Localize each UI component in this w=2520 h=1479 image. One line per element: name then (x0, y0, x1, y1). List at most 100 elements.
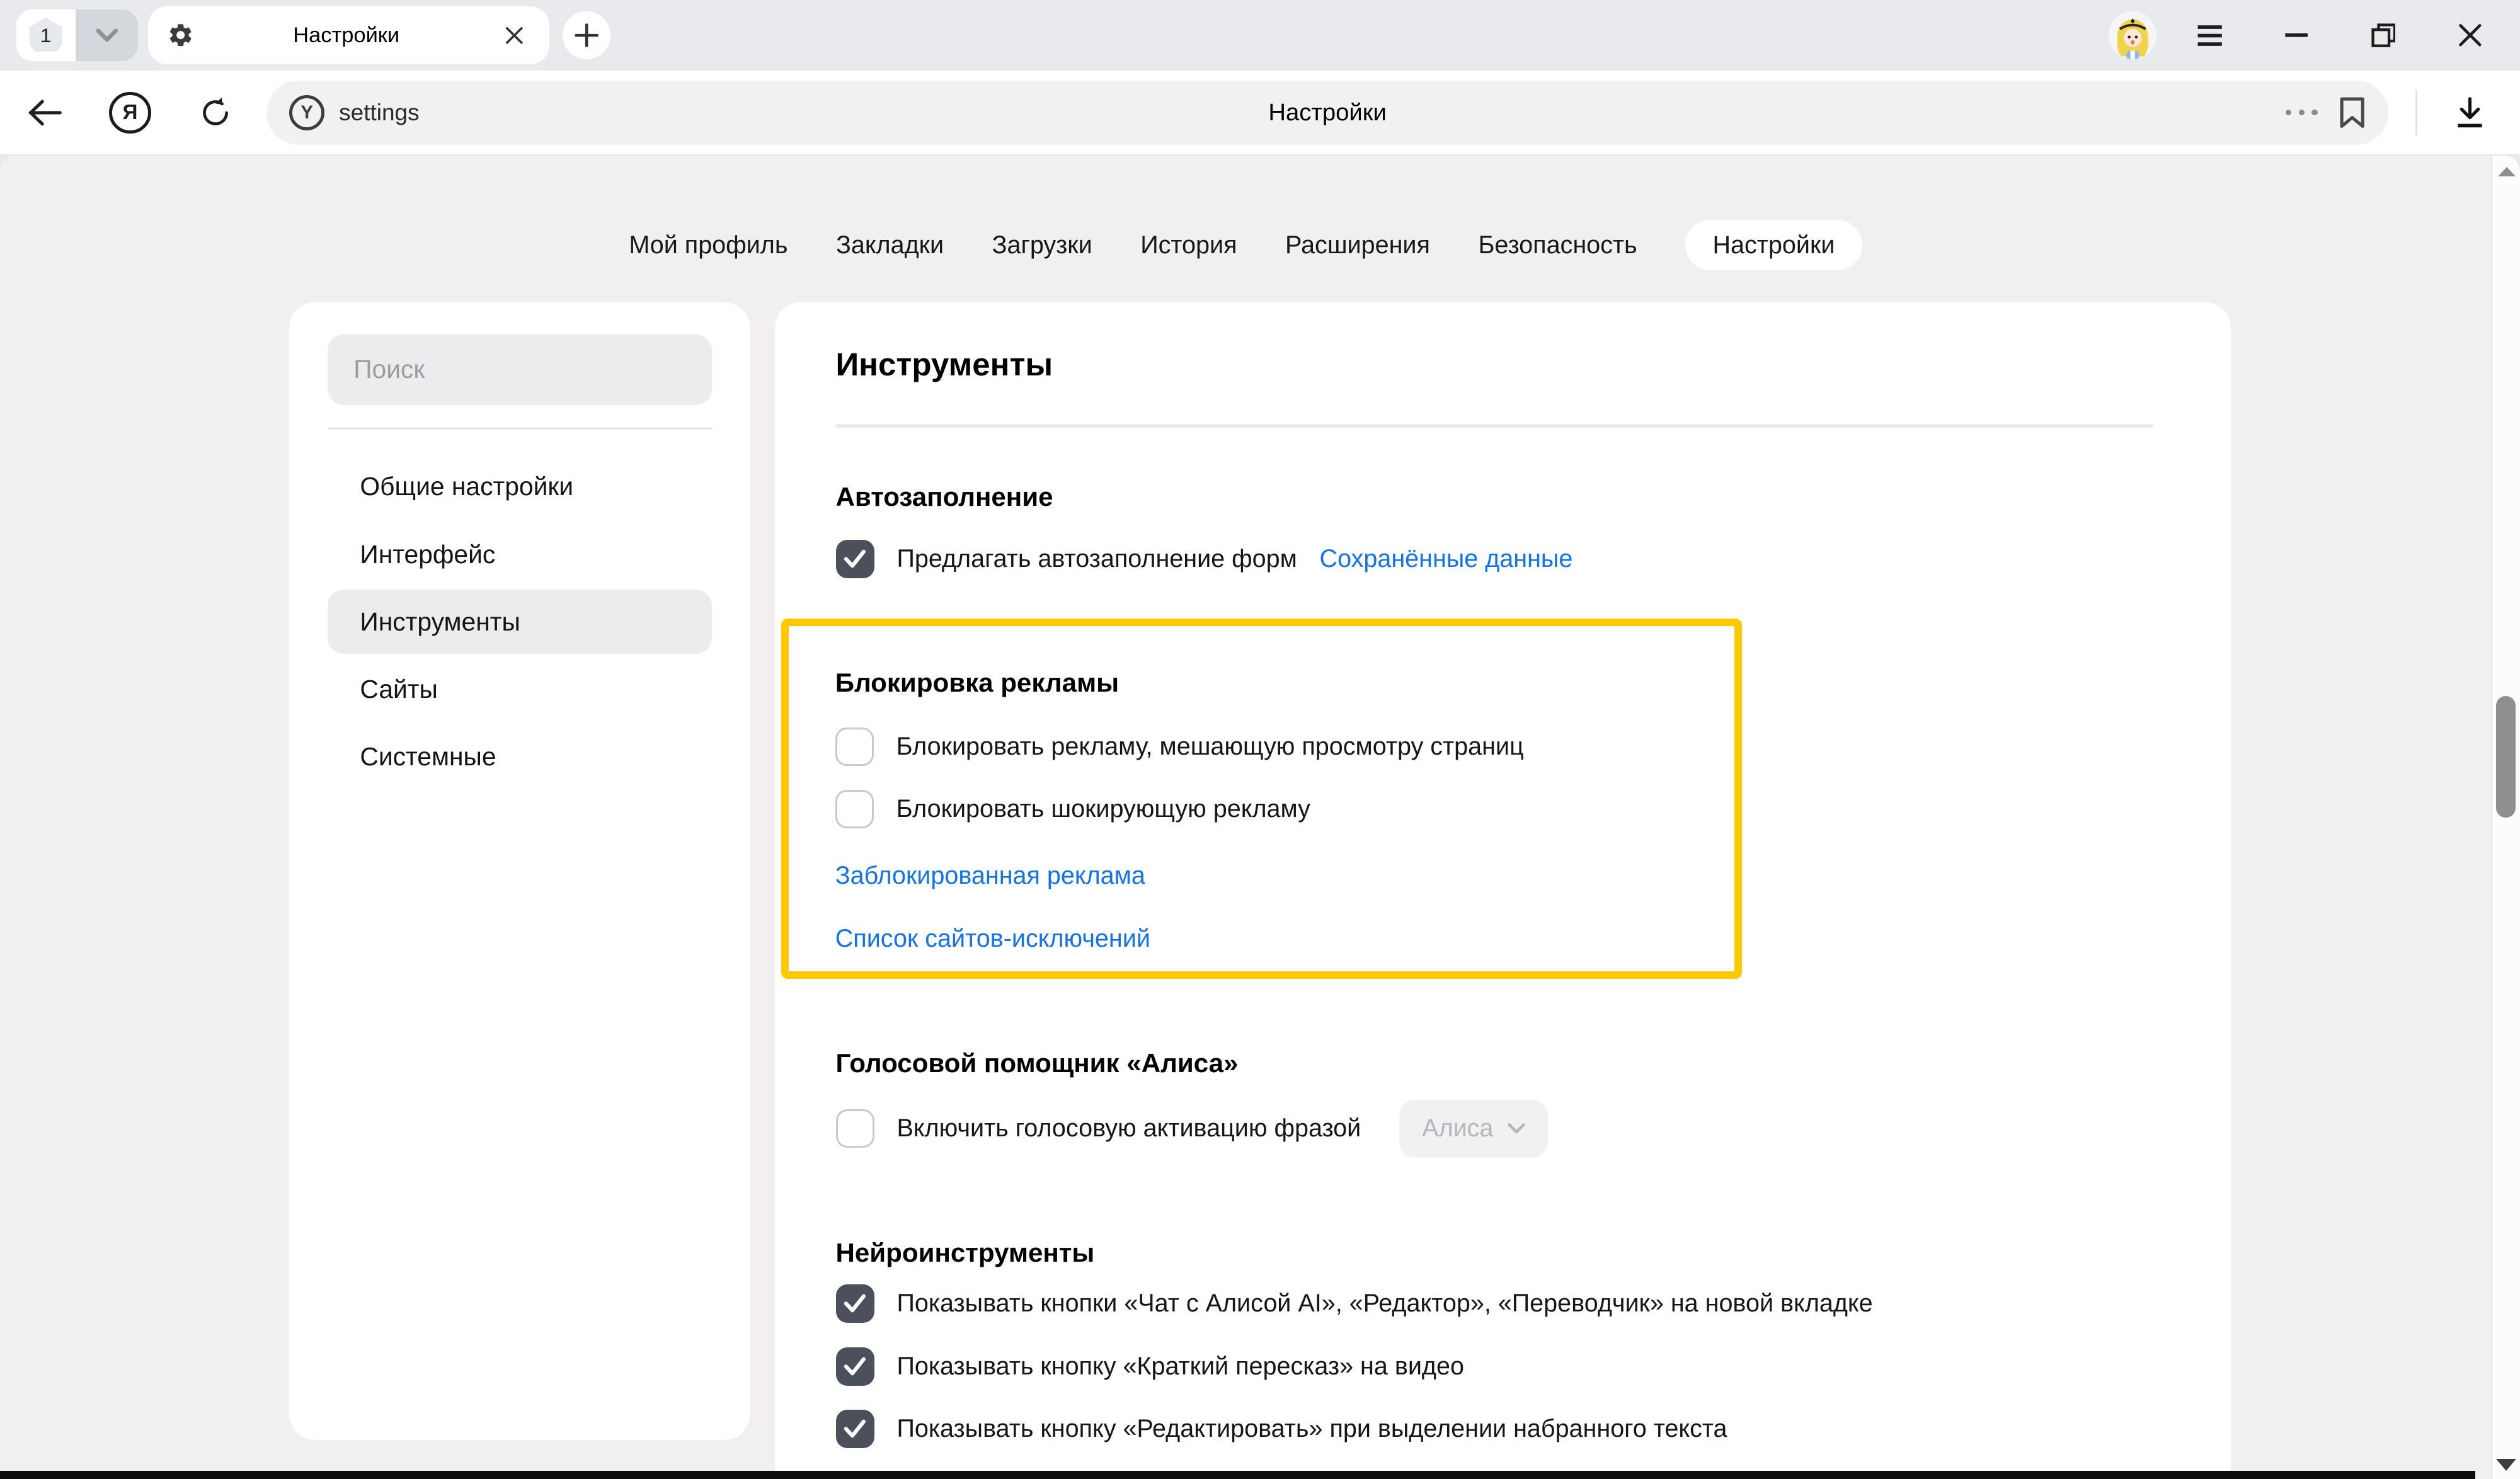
autofill-checkbox[interactable] (836, 540, 874, 578)
check-icon (844, 1357, 866, 1376)
tab-settings[interactable]: Настройки (148, 6, 550, 64)
restore-button[interactable] (2350, 11, 2417, 60)
nav-tab-bookmarks[interactable]: Закладки (836, 220, 944, 270)
neuro-newtab-checkbox[interactable] (836, 1284, 874, 1323)
minimize-icon (2284, 33, 2308, 38)
scroll-down-arrow-icon[interactable] (2496, 1459, 2516, 1471)
settings-sidebar: Общие настройки Интерфейс Инструменты Са… (289, 302, 750, 1440)
heading-divider (836, 424, 2154, 427)
window-controls (2109, 11, 2504, 60)
neuro-tools-heading: Нейроинструменты (836, 1238, 2231, 1268)
toolbar: Я Y settings Настройки (0, 71, 2520, 156)
block-annoying-ads-label: Блокировать рекламу, мешающую просмотру … (896, 733, 1524, 761)
voice-activation-label: Включить голосовую активацию фразой (896, 1114, 1361, 1143)
back-arrow-icon (27, 98, 62, 127)
neuro-edit-label: Показывать кнопку «Редактировать» при вы… (896, 1415, 1727, 1443)
settings-content: Инструменты Автозаполнение Предлагать ав… (775, 302, 2231, 1479)
back-button[interactable] (16, 84, 74, 142)
neuro-row-video-summary: Показывать кнопку «Краткий пересказ» на … (836, 1344, 2231, 1388)
block-shocking-ads-checkbox[interactable] (835, 790, 874, 828)
check-icon (844, 1419, 866, 1439)
nav-tab-history[interactable]: История (1140, 220, 1237, 270)
settings-nav-tabs: Мой профиль Закладки Загрузки История Ра… (0, 220, 2491, 270)
nav-tab-profile[interactable]: Мой профиль (629, 220, 788, 270)
saved-data-link[interactable]: Сохранённые данные (1320, 545, 1573, 573)
check-icon (844, 1294, 866, 1313)
profile-avatar[interactable] (2109, 11, 2157, 60)
reload-button[interactable] (186, 84, 244, 142)
autofill-heading: Автозаполнение (836, 482, 2231, 512)
autofill-checkbox-label: Предлагать автозаполнение форм (896, 545, 1297, 573)
adblock-row-shocking: Блокировать шокирующую рекламу (835, 787, 1703, 831)
nav-tab-extensions[interactable]: Расширения (1285, 220, 1430, 270)
sidebar-divider (328, 428, 712, 430)
activation-phrase-select[interactable]: Алиса (1399, 1100, 1548, 1158)
nav-tab-security[interactable]: Безопасность (1478, 220, 1637, 270)
activation-phrase-value: Алиса (1422, 1114, 1493, 1143)
close-window-button[interactable] (2436, 11, 2504, 60)
close-icon (505, 26, 524, 45)
tab-strip: 1 Настройки (0, 0, 2520, 71)
restore-icon (2371, 23, 2395, 47)
download-icon (2454, 96, 2486, 128)
toolbar-divider (2415, 90, 2417, 135)
sidebar-item-tools[interactable]: Инструменты (328, 590, 712, 654)
nav-tab-settings[interactable]: Настройки (1685, 220, 1862, 270)
block-shocking-ads-label: Блокировать шокирующую рекламу (896, 795, 1310, 823)
neuro-row-edit-button: Показывать кнопку «Редактировать» при вы… (836, 1407, 2231, 1451)
vertical-scrollbar[interactable] (2491, 156, 2520, 1479)
yandex-logo-icon: Я (109, 92, 151, 134)
sidebar-list: Общие настройки Интерфейс Инструменты Са… (328, 455, 712, 789)
reload-icon (198, 95, 233, 130)
tab-title: Настройки (195, 23, 498, 48)
avatar-image (2109, 11, 2157, 60)
sidebar-item-system[interactable]: Системные (328, 724, 712, 789)
tab-list-dropdown-button[interactable] (76, 9, 138, 61)
voice-activation-row: Включить голосовую активацию фразой Алис… (836, 1100, 2231, 1158)
neuro-video-summary-checkbox[interactable] (836, 1347, 874, 1386)
scroll-up-arrow-icon[interactable] (2498, 167, 2516, 176)
blocked-ads-link[interactable]: Заблокированная реклама (835, 862, 1145, 889)
bookmark-icon[interactable] (2339, 96, 2366, 130)
close-icon (2459, 24, 2482, 47)
address-bar[interactable]: Y settings Настройки (266, 81, 2388, 145)
tab-counter-control: 1 (16, 9, 139, 61)
voice-assistant-heading: Голосовой помощник «Алиса» (836, 1048, 2231, 1078)
chevron-down-icon (96, 28, 118, 43)
bottom-edge-bar (0, 1471, 2475, 1479)
voice-activation-checkbox[interactable] (836, 1109, 874, 1148)
neuro-edit-checkbox[interactable] (836, 1410, 874, 1448)
hamburger-icon (2196, 25, 2223, 46)
adblock-highlight-box: Блокировка рекламы Блокировать рекламу, … (781, 619, 1742, 979)
menu-button[interactable] (2176, 11, 2243, 60)
sidebar-item-sites[interactable]: Сайты (328, 657, 712, 721)
settings-page: Мой профиль Закладки Загрузки История Ра… (0, 156, 2520, 1479)
browser-window: 1 Настройки (0, 0, 2520, 1479)
new-tab-button[interactable] (563, 11, 611, 60)
tab-count-badge: 1 (28, 18, 64, 53)
nav-tab-downloads[interactable]: Загрузки (992, 220, 1092, 270)
minimize-button[interactable] (2263, 11, 2330, 60)
tab-close-button[interactable] (498, 20, 530, 52)
address-text: settings (339, 100, 419, 126)
more-actions-icon[interactable] (2286, 110, 2317, 115)
neuro-row-newtab-buttons: Показывать кнопки «Чат с Алисой AI», «Ре… (836, 1281, 2231, 1326)
site-icon: Y (289, 95, 324, 130)
adblock-row-annoying: Блокировать рекламу, мешающую просмотру … (835, 724, 1703, 769)
block-annoying-ads-checkbox[interactable] (835, 728, 874, 766)
yandex-home-button[interactable]: Я (101, 84, 159, 142)
sidebar-search-input[interactable] (328, 334, 712, 405)
autofill-row: Предлагать автозаполнение форм Сохранённ… (836, 537, 2231, 581)
site-exceptions-link[interactable]: Список сайтов-исключений (835, 925, 1150, 952)
sidebar-item-interface[interactable]: Интерфейс (328, 522, 712, 586)
neuro-video-summary-label: Показывать кнопку «Краткий пересказ» на … (896, 1352, 1464, 1381)
page-heading: Инструменты (836, 344, 2231, 385)
check-icon (844, 549, 866, 569)
downloads-button[interactable] (2441, 84, 2499, 142)
neuro-newtab-label: Показывать кнопки «Чат с Алисой AI», «Ре… (896, 1289, 1872, 1318)
sidebar-item-general[interactable]: Общие настройки (328, 455, 712, 519)
scrollbar-thumb[interactable] (2496, 696, 2516, 818)
tab-counter-button[interactable]: 1 (16, 9, 76, 61)
chevron-down-icon (1508, 1123, 1525, 1134)
plus-icon (575, 23, 598, 47)
